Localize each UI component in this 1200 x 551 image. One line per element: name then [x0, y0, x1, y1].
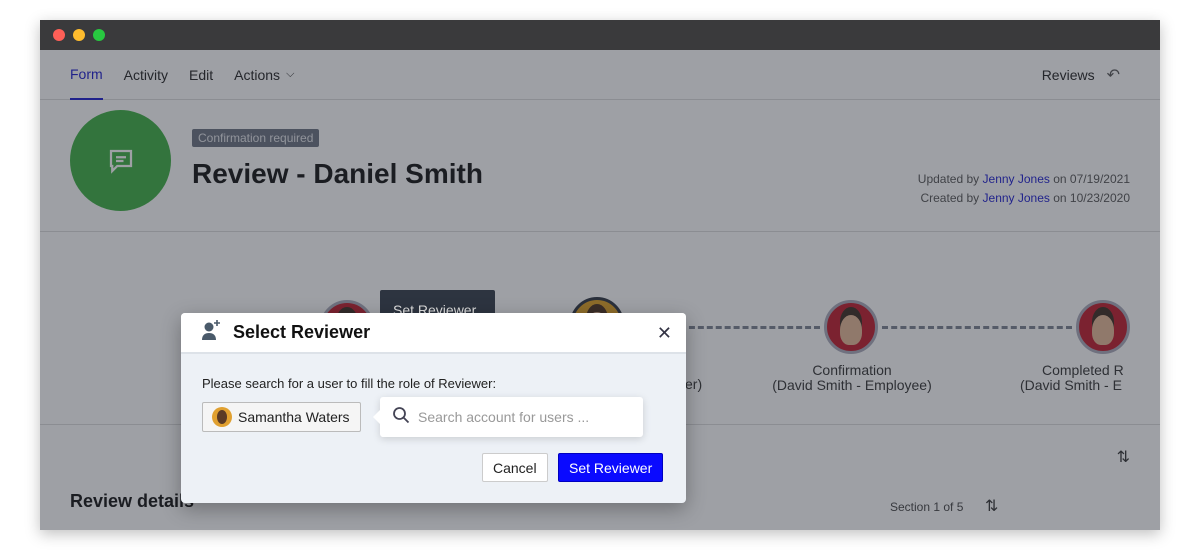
search-icon [392, 406, 410, 429]
search-input[interactable] [418, 409, 638, 425]
minimize-window-button[interactable] [73, 29, 85, 41]
maximize-window-button[interactable] [93, 29, 105, 41]
dialog-prompt: Please search for a user to fill the rol… [202, 376, 497, 391]
selected-user-chip[interactable]: Samantha Waters [202, 402, 361, 432]
set-reviewer-button[interactable]: Set Reviewer [558, 453, 664, 482]
close-icon[interactable]: ✕ [657, 323, 672, 344]
dialog-title: Select Reviewer [233, 322, 371, 342]
title-bar [40, 20, 1160, 50]
dialog-header: Select Reviewer ✕ [181, 313, 686, 354]
avatar [212, 407, 232, 427]
cancel-button[interactable]: Cancel [482, 453, 548, 482]
select-reviewer-dialog: Select Reviewer ✕ Please search for a us… [181, 313, 686, 503]
add-user-icon [201, 319, 223, 346]
close-window-button[interactable] [53, 29, 65, 41]
selected-user-name: Samantha Waters [238, 409, 350, 425]
user-search-popover [373, 397, 643, 437]
